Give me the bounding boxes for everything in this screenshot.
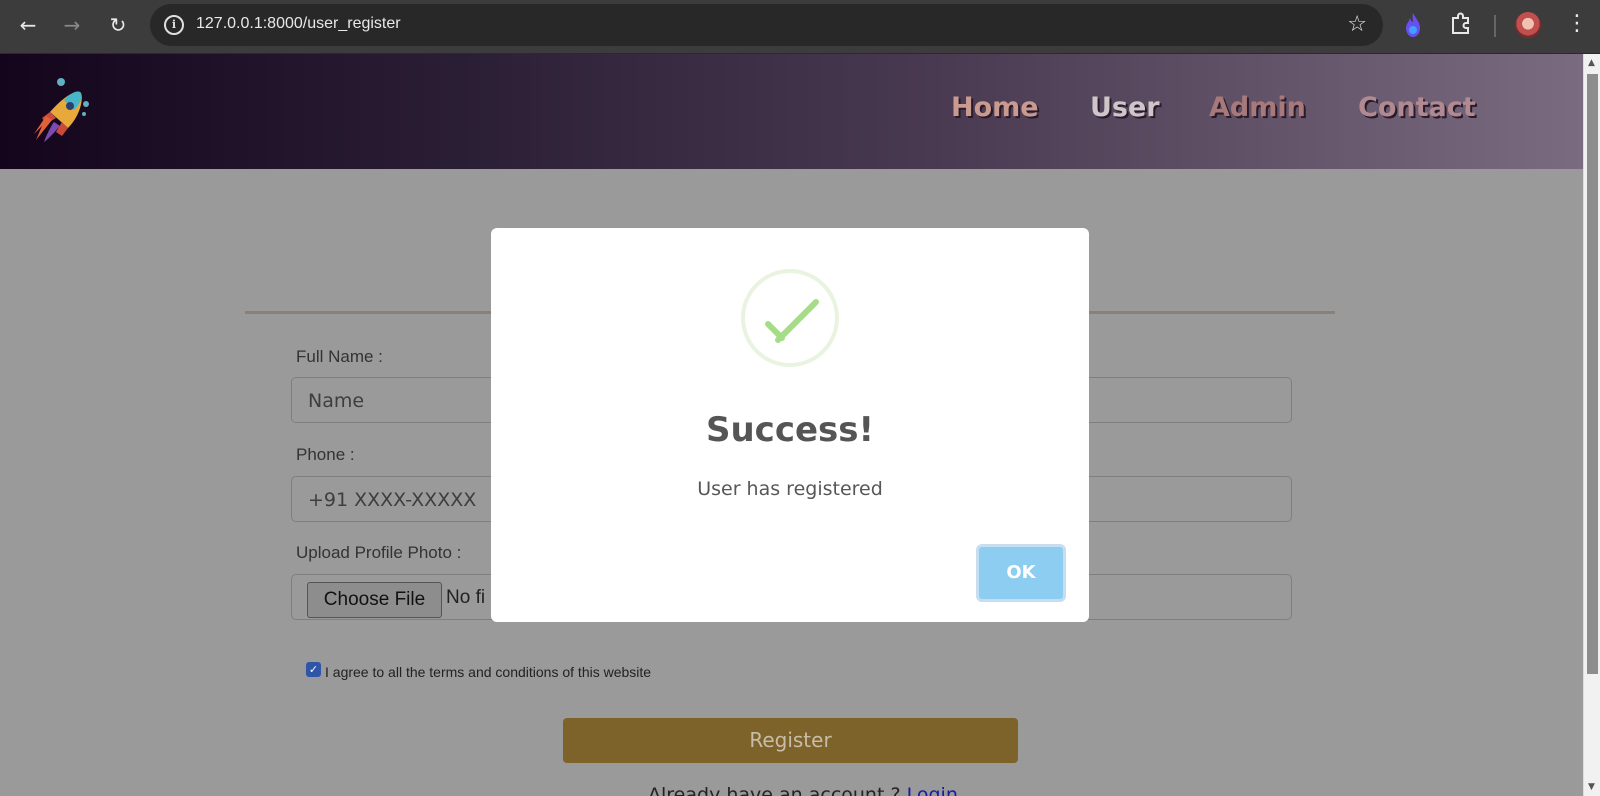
rocket-logo[interactable] — [24, 74, 94, 149]
flame-extension-icon[interactable] — [1404, 12, 1422, 38]
scroll-down-arrow-icon[interactable]: ▼ — [1588, 782, 1595, 792]
phone-label: Phone : — [296, 445, 355, 464]
ok-button[interactable]: OK — [976, 544, 1066, 602]
forward-arrow-icon[interactable]: → — [56, 9, 88, 41]
extensions-puzzle-icon[interactable] — [1450, 12, 1472, 36]
url-text[interactable]: 127.0.0.1:8000/user_register — [196, 15, 401, 33]
address-bar[interactable]: i 127.0.0.1:8000/user_register ☆ — [150, 4, 1383, 46]
profile-avatar[interactable] — [1515, 12, 1541, 38]
menu-kebab-icon[interactable]: ⋮ — [1566, 12, 1588, 36]
nav-user[interactable]: User — [1090, 92, 1160, 123]
nav-contact[interactable]: Contact — [1358, 92, 1476, 123]
login-link[interactable]: Login — [907, 784, 958, 796]
scroll-up-arrow-icon[interactable]: ▲ — [1588, 58, 1595, 68]
reload-icon[interactable]: ↻ — [102, 9, 134, 41]
site-header: Home User Admin Contact — [0, 54, 1583, 169]
toolbar-separator — [1494, 15, 1496, 37]
no-file-text: No fi — [446, 587, 486, 608]
already-account-text: Already have an account ? Login — [648, 784, 958, 796]
full-name-label: Full Name : — [296, 347, 383, 366]
terms-text: I agree to all the terms and conditions … — [325, 664, 652, 680]
page-scrollbar[interactable]: ▲ ▼ — [1583, 54, 1600, 796]
nav-admin[interactable]: Admin — [1209, 92, 1306, 123]
success-check-icon — [741, 269, 839, 367]
modal-message: User has registered — [697, 478, 883, 500]
choose-file-button[interactable]: Choose File — [307, 582, 442, 618]
modal-title: Success! — [705, 410, 875, 450]
site-info-icon[interactable]: i — [164, 15, 184, 35]
scroll-thumb[interactable] — [1587, 74, 1598, 674]
already-account-label: Already have an account ? — [648, 784, 901, 796]
bookmark-star-icon[interactable]: ☆ — [1347, 12, 1367, 37]
browser-toolbar: ← → ↻ i 127.0.0.1:8000/user_register ☆ ⋮ — [0, 0, 1600, 54]
terms-checkbox[interactable]: ✓ — [306, 662, 321, 677]
success-modal: Success! User has registered OK — [491, 228, 1089, 622]
nav-home[interactable]: Home — [951, 92, 1039, 123]
upload-photo-label: Upload Profile Photo : — [296, 543, 462, 562]
back-arrow-icon[interactable]: ← — [12, 9, 44, 41]
register-button[interactable]: Register — [563, 718, 1018, 763]
